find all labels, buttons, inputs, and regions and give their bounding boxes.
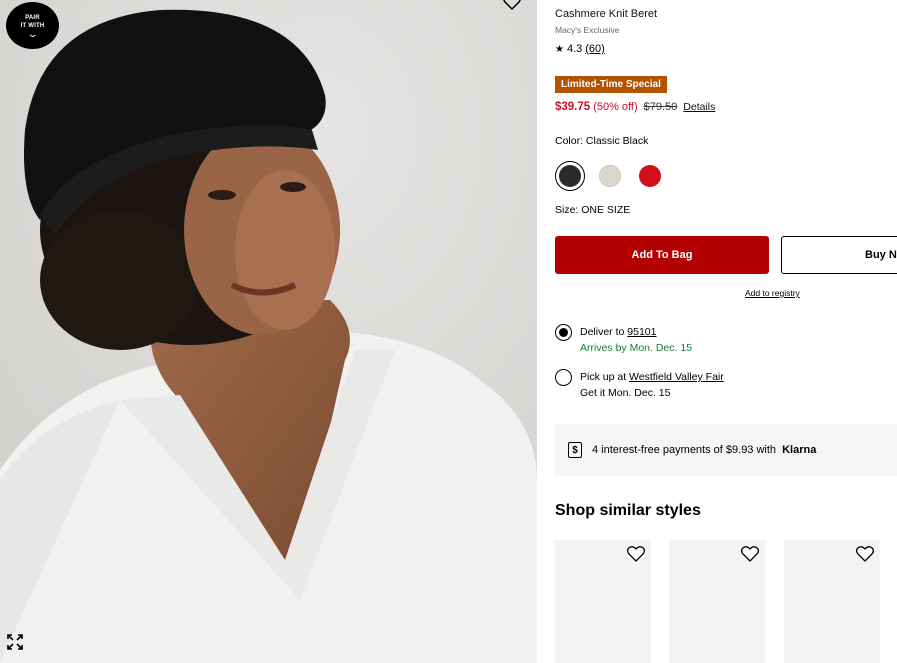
klarna-payment-banner[interactable]: $ 4 interest-free payments of $9.93 with… [555,424,897,476]
product-image-gallery[interactable]: PAIR IT WITH ⌄ [0,0,537,663]
rating-value: 4.3 [566,43,583,55]
pickup-text: Pick up at Westfield Valley Fair Get it … [580,369,724,401]
similar-product-card[interactable] [784,540,880,663]
ship-option-pickup[interactable]: Pick up at Westfield Valley Fair Get it … [555,369,724,401]
similar-product-card[interactable] [555,540,651,663]
radio-deliver[interactable] [555,324,572,341]
deliver-text: Deliver to 95101 Arrives by Mon. Dec. 15 [580,324,692,356]
pair-it-with-button[interactable]: PAIR IT WITH ⌄ [6,2,59,49]
heart-icon[interactable] [626,544,646,563]
review-count-link[interactable]: (60) [585,43,605,55]
heart-icon[interactable] [855,544,875,563]
original-price: $79.50 [643,101,678,113]
similar-styles-heading: Shop similar styles [555,502,701,519]
deliver-prefix: Deliver to [580,326,625,338]
store-link[interactable]: Westfield Valley Fair [629,371,724,383]
swatch-color-black [559,165,581,187]
discount-percent: (50% off) [593,101,638,113]
swatch-oatmeal[interactable] [595,161,625,191]
arrival-date: Arrives by Mon. Dec. 15 [580,342,693,354]
pickup-prefix: Pick up at [580,371,627,383]
star-icon: ★ [555,43,564,55]
buy-now-button[interactable]: Buy Now [781,236,897,274]
product-photo [0,0,537,663]
size-label: Size: ONE SIZE [555,204,631,216]
similar-product-card[interactable] [669,540,765,663]
ship-option-deliver[interactable]: Deliver to 95101 Arrives by Mon. Dec. 15 [555,324,692,356]
color-label: Color: Classic Black [555,135,649,147]
swatch-classic-black[interactable] [555,161,585,191]
wishlist-heart-icon[interactable] [502,0,522,12]
chevron-down-icon: ⌄ [26,28,39,39]
add-to-registry-link[interactable]: Add to registry [745,288,800,298]
radio-pickup[interactable] [555,369,572,386]
klarna-text: 4 interest-free payments of $9.93 with K… [592,444,816,456]
dollar-icon: $ [568,442,582,458]
price-row: $39.75 (50% off) $79.50 Details [555,101,715,113]
add-to-bag-button[interactable]: Add To Bag [555,236,769,274]
product-brand: Macy's Exclusive [555,25,620,35]
sale-price: $39.75 [555,101,591,113]
price-details-link[interactable]: Details [683,101,715,113]
pair-label-line1: PAIR [25,14,40,21]
product-title: Cashmere Knit Beret [555,8,658,20]
swatch-color-red [639,165,661,187]
swatch-red[interactable] [635,161,665,191]
radio-selected-dot [559,328,568,337]
expand-icon[interactable] [6,633,24,651]
pickup-date: Get it Mon. Dec. 15 [580,387,671,399]
promo-badge: Limited-Time Special [555,76,667,93]
buy-now-label: Buy Now [865,249,897,261]
klarna-message: 4 interest-free payments of $9.93 with [592,444,777,456]
product-rating: ★ 4.3 (60) [555,43,605,55]
zip-code-link[interactable]: 95101 [627,326,656,338]
swatch-color-oatmeal [599,165,621,187]
klarna-logo: Klarna [782,444,817,456]
color-swatches [555,161,665,191]
product-details-panel: Cashmere Knit Beret Macy's Exclusive ★ 4… [555,0,897,663]
heart-icon[interactable] [740,544,760,563]
